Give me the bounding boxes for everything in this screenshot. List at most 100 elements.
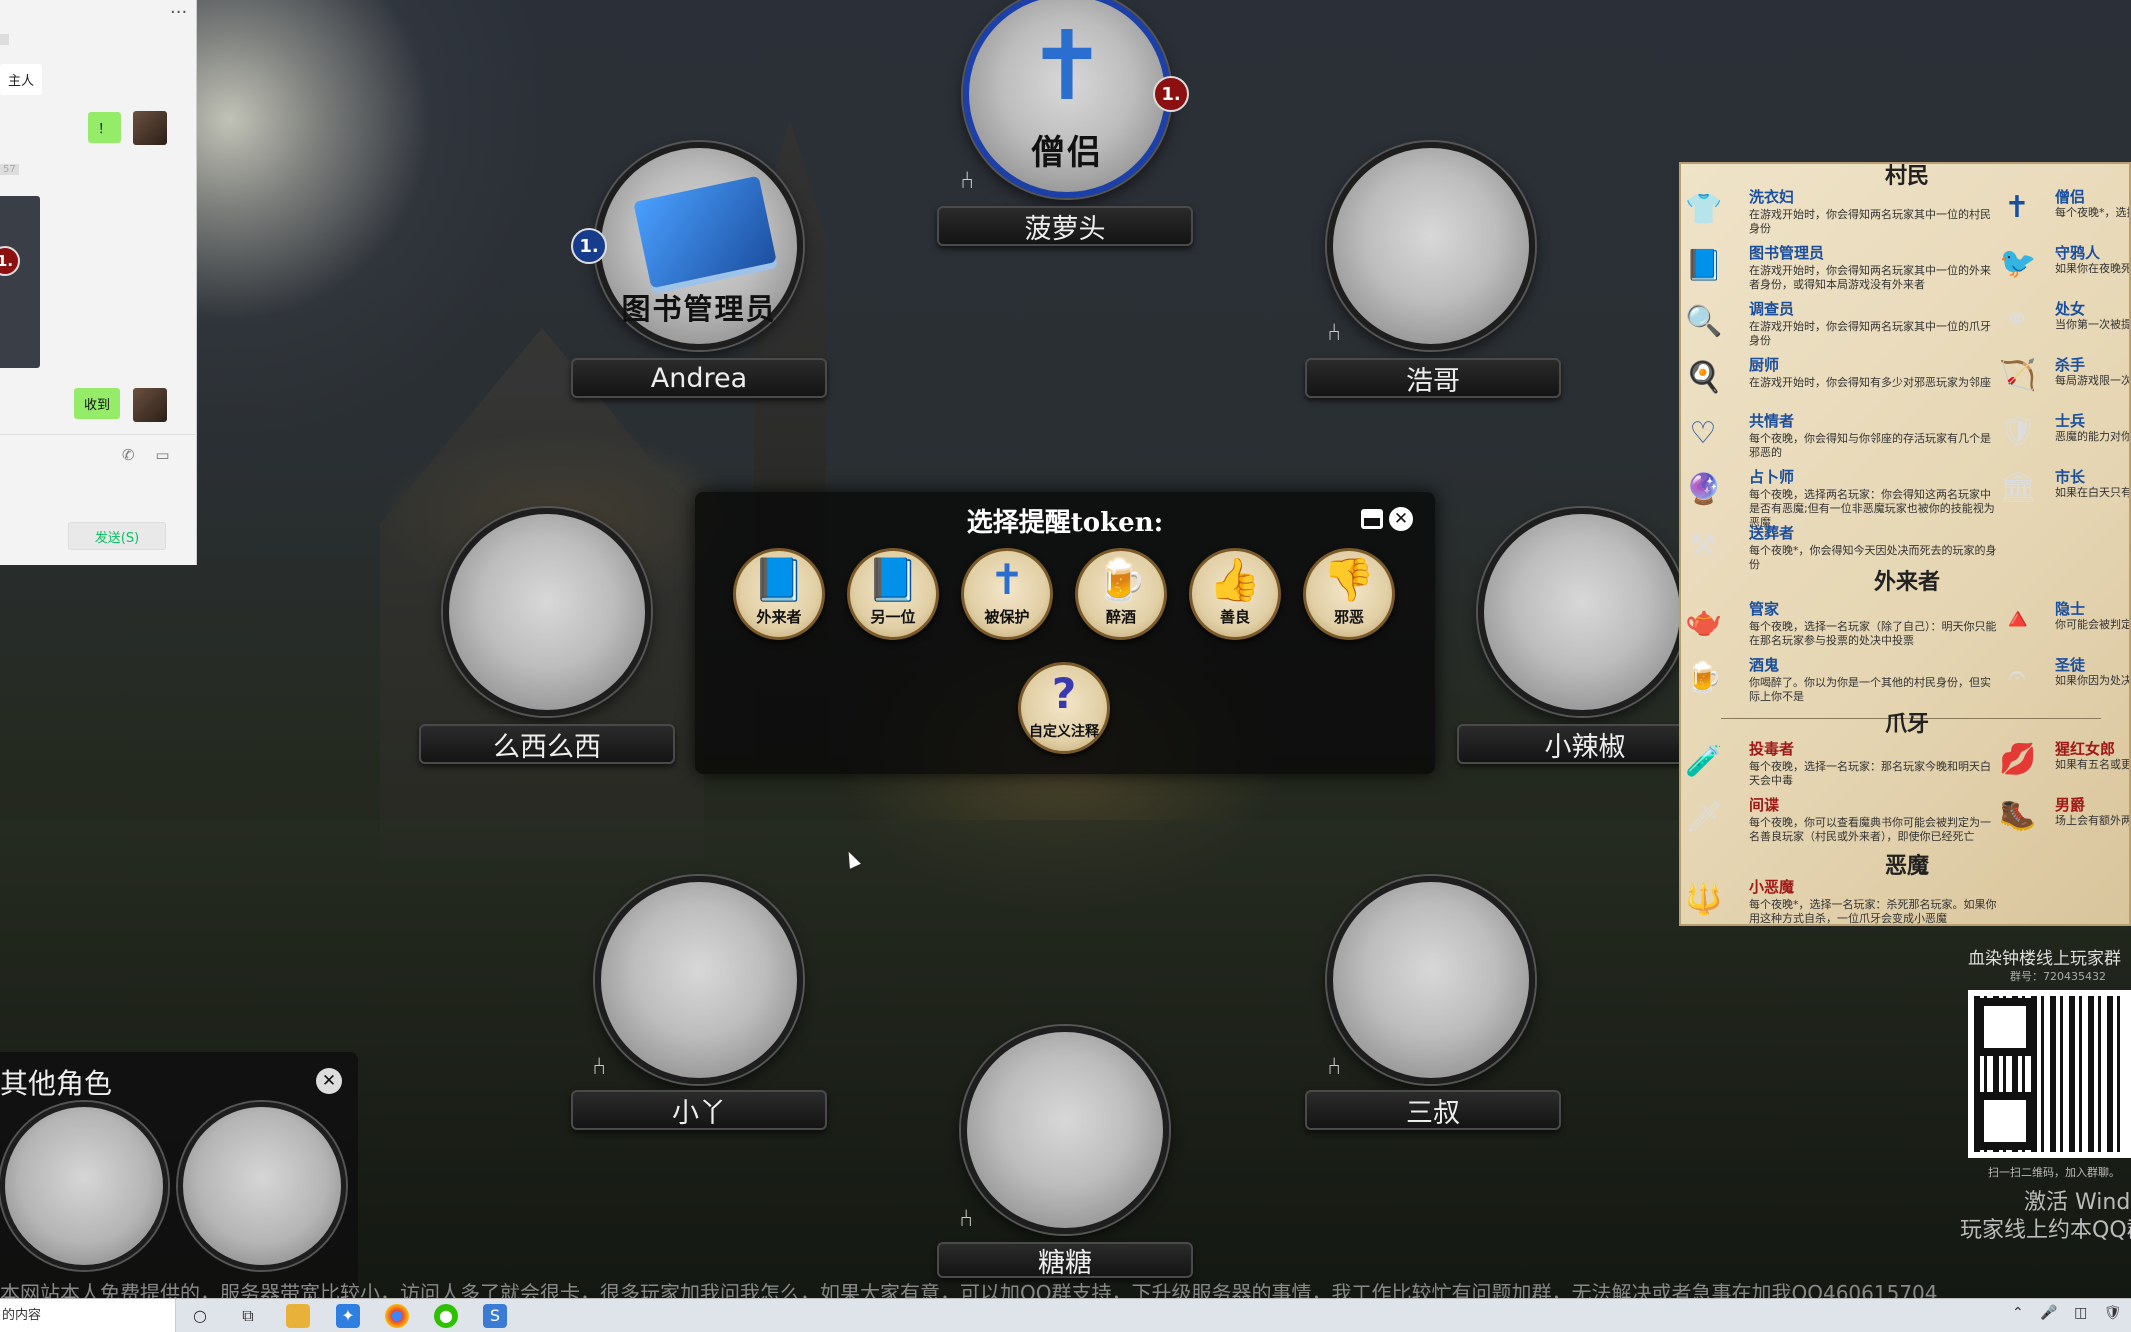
- reminder-badge[interactable]: 1.: [1153, 76, 1189, 112]
- player-nameplate[interactable]: 三叔: [1305, 1090, 1561, 1130]
- poison-icon: 🧪: [1685, 744, 1723, 779]
- book-icon: 📘: [752, 555, 806, 604]
- section-title-outsiders: 外来者: [1873, 569, 1940, 595]
- shield-icon: 🛡: [1999, 414, 2038, 449]
- player-nameplate[interactable]: 么西么西: [419, 724, 675, 764]
- thumbs-up-icon: 👍: [1208, 555, 1262, 604]
- thumbs-down-icon: 👎: [1322, 555, 1376, 604]
- chair-icon: ⑃: [1327, 318, 1342, 346]
- close-button[interactable]: ✕: [1389, 507, 1413, 531]
- question-icon: ?: [1051, 669, 1077, 718]
- player-nameplate[interactable]: 菠萝头: [937, 206, 1193, 246]
- wechat-icon[interactable]: ●: [434, 1304, 458, 1328]
- wings-icon: 𝄐: [2008, 658, 2026, 693]
- reminder-protected[interactable]: ✝ 被保护: [961, 548, 1053, 640]
- promo-text: 玩家线上约本QQ群: [1960, 1218, 2131, 1243]
- send-button[interactable]: 发送(S): [68, 522, 166, 550]
- cross-icon: ✝: [989, 555, 1025, 604]
- outgoing-message: ！: [88, 112, 122, 143]
- player-nameplate[interactable]: Andrea: [571, 358, 827, 398]
- beer-icon: 🍺: [1094, 555, 1148, 604]
- chair-icon: ⑃: [1327, 1052, 1342, 1080]
- chat-panel: ··· 主人 ！ 57 1. 收到 ✆ ▭ 发送(S): [0, 0, 197, 565]
- taskbar-search[interactable]: 的内容: [0, 1299, 176, 1332]
- chair-icon: ⑃: [960, 166, 975, 194]
- image-message-thumbnail[interactable]: 1.: [0, 196, 40, 368]
- app-icon[interactable]: ✦: [336, 1304, 360, 1328]
- divider: [0, 434, 197, 435]
- incoming-message: 主人: [0, 64, 43, 95]
- heart-icon: ♡: [1689, 416, 1717, 451]
- crystal-ball-icon: 🔮: [1685, 472, 1723, 507]
- player-token[interactable]: ✝ 僧侣: [963, 0, 1171, 198]
- beer-icon: 🍺: [1685, 660, 1723, 695]
- cross-icon: ✝: [2004, 190, 2030, 225]
- player-nameplate[interactable]: 小辣椒: [1457, 724, 1713, 764]
- player-token[interactable]: [1327, 142, 1535, 350]
- outgoing-message: 收到: [74, 388, 121, 419]
- book-icon: 📘: [866, 555, 920, 604]
- role-name: 僧侣: [1031, 133, 1103, 173]
- role-name: 图书管理员: [621, 292, 777, 326]
- close-button[interactable]: ✕: [316, 1068, 342, 1094]
- lips-icon: 💋: [1999, 742, 2037, 777]
- app-icon-2[interactable]: S: [483, 1304, 507, 1328]
- raven-icon: 🐦: [1999, 246, 2037, 281]
- qq-group-number: 群号：720435432: [2010, 970, 2106, 983]
- bow-icon: 🏹: [1999, 358, 2037, 393]
- reminder-good[interactable]: 👍 善良: [1189, 548, 1281, 640]
- reminder-token-modal: 选择提醒token: ✕ 📘 外来者 📘 另一位 ✝ 被保护 🍺 醉酒 👍 善良…: [695, 492, 1435, 774]
- panel-title: 其他角色: [0, 1067, 113, 1100]
- role-token[interactable]: [0, 1102, 168, 1270]
- qr-code[interactable]: [1968, 990, 2131, 1158]
- townhall-icon: 🏛: [1999, 470, 2038, 505]
- player-nameplate[interactable]: 糖糖: [937, 1242, 1193, 1279]
- reminder-drunk[interactable]: 🍺 醉酒: [1075, 548, 1167, 640]
- dagger-icon: 🗡: [1685, 800, 1724, 835]
- system-tray[interactable]: ⌃ 🎤 ◫ 🛡 ▭ 🔊: [2012, 1305, 2131, 1321]
- chair-icon: ⑃: [959, 1204, 974, 1232]
- thumbnail-badge: 1.: [0, 246, 20, 276]
- trident-icon: 🔱: [1685, 882, 1723, 917]
- timestamp: 57: [0, 164, 19, 175]
- player-token[interactable]: [961, 1026, 1169, 1234]
- call-video-icons[interactable]: ✆ ▭: [122, 446, 178, 464]
- qq-group-title: 血染钟楼线上玩家群: [1968, 949, 2121, 969]
- player-token[interactable]: [443, 508, 651, 716]
- modal-title: 选择提醒token:: [966, 508, 1164, 538]
- taskbar: 的内容 ○ ⧉ ✦ ● S ⌃ 🎤 ◫ 🛡 ▭ 🔊: [0, 1298, 2131, 1332]
- player-nameplate[interactable]: 浩哥: [1305, 358, 1561, 398]
- cortana-icon[interactable]: ○: [188, 1304, 212, 1328]
- reminder-badge[interactable]: 1.: [571, 228, 607, 264]
- lantern-icon: 🔺: [1999, 602, 2037, 637]
- monk-cross-icon: ✝: [1026, 10, 1108, 122]
- avatar[interactable]: [133, 388, 167, 422]
- reminder-custom-note[interactable]: ? 自定义注释: [1018, 662, 1110, 754]
- section-title-minions: 爪牙: [1884, 711, 1929, 737]
- book-icon: 📘: [1685, 248, 1723, 283]
- player-token[interactable]: [1327, 876, 1535, 1084]
- avatar[interactable]: [133, 111, 167, 145]
- minimize-button[interactable]: [1361, 509, 1383, 529]
- player-token[interactable]: 图书管理员: [595, 142, 803, 350]
- reminder-other[interactable]: 📘 另一位: [847, 548, 939, 640]
- chrome-icon[interactable]: [385, 1304, 409, 1328]
- qr-caption: 扫一扫二维码，加入群聊。: [1988, 1166, 2120, 1179]
- player-token[interactable]: [595, 876, 803, 1084]
- file-explorer-icon[interactable]: [286, 1304, 310, 1328]
- player-token[interactable]: [1478, 508, 1686, 716]
- rings-icon: ⚭: [2004, 302, 2030, 337]
- role-token[interactable]: [178, 1102, 346, 1270]
- shovel-icon: ⚒: [1689, 528, 1717, 563]
- more-options-icon[interactable]: ···: [170, 2, 187, 23]
- magnifier-icon: 🔍: [1685, 304, 1723, 339]
- task-view-icon[interactable]: ⧉: [236, 1304, 260, 1328]
- reminder-outsider[interactable]: 📘 外来者: [733, 548, 825, 640]
- chef-icon: 🍳: [1685, 360, 1723, 395]
- player-nameplate[interactable]: 小丫: [571, 1090, 827, 1130]
- shirt-icon: 👕: [1685, 192, 1723, 227]
- book-icon: [633, 175, 777, 289]
- reminder-evil[interactable]: 👎 邪恶: [1303, 548, 1395, 640]
- role-reference-sheet: 村民 👕 洗衣妇 在游戏开始时，你会得知两名玩家其中一位的村民身份 📘 图书管理…: [1679, 162, 2131, 926]
- boot-icon: 🥾: [1999, 798, 2037, 833]
